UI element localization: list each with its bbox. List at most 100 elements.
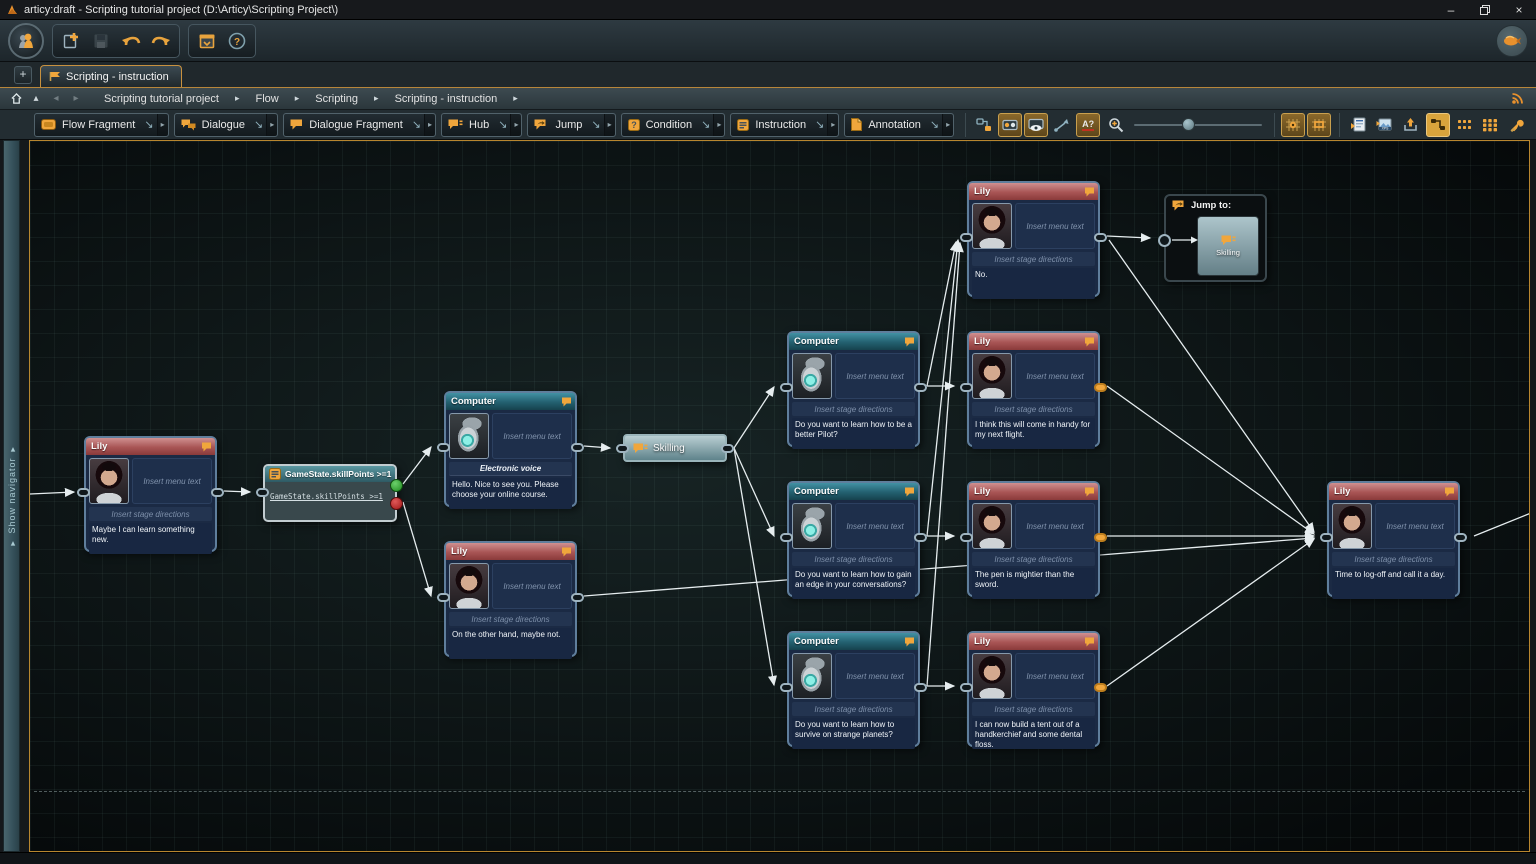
up-level-button[interactable]: ▴ [26, 90, 46, 108]
breadcrumb-item-scripting-tutorial-project[interactable]: Scripting tutorial project [100, 93, 223, 105]
show-pins-button[interactable] [998, 113, 1022, 137]
export-xps-button[interactable]: XPS [1372, 113, 1396, 137]
condition-script[interactable]: GameState.skillPoints >=1 [270, 492, 383, 501]
home-button[interactable] [6, 90, 26, 108]
input-pin[interactable] [960, 683, 973, 692]
dialogue-fragment-node-computer-hello[interactable]: ComputerInsert menu textElectronic voice… [444, 391, 577, 507]
snap-to-grid-button[interactable] [1307, 113, 1331, 137]
dropdown-caret-icon[interactable]: ▸ [266, 114, 277, 136]
tab-scripting-instruction[interactable]: Scripting - instruction [40, 65, 182, 87]
stage-directions-placeholder[interactable]: Insert stage directions [792, 702, 915, 716]
menu-text-placeholder[interactable]: Insert menu text [1015, 653, 1095, 699]
menu-text-placeholder[interactable]: Insert menu text [1015, 203, 1095, 249]
drag-handle-icon[interactable]: ↘ [698, 118, 713, 131]
dialogue-text[interactable]: Time to log-off and call it a day. [1332, 568, 1455, 599]
palette-button-condition[interactable]: ?Condition↘▸ [621, 113, 726, 137]
menu-text-placeholder[interactable]: Insert menu text [835, 353, 915, 399]
grid-medium-button[interactable] [1452, 113, 1476, 137]
save-button[interactable] [86, 27, 116, 55]
input-pin[interactable] [780, 533, 793, 542]
restore-button[interactable] [1468, 0, 1502, 19]
dropdown-caret-icon[interactable]: ▸ [604, 114, 615, 136]
stage-directions-placeholder[interactable]: Insert stage directions [972, 402, 1095, 416]
flow-canvas[interactable]: LilyInsert menu textInsert stage directi… [29, 140, 1530, 852]
condition-node[interactable]: GameState.skillPoints >=1GameState.skill… [263, 464, 397, 522]
output-pin[interactable] [721, 444, 734, 453]
true-output-pin[interactable] [390, 479, 403, 492]
drag-handle-icon[interactable]: ↘ [588, 118, 603, 131]
spellcheck-button[interactable]: A? [1076, 113, 1100, 137]
output-pin[interactable] [914, 683, 927, 692]
dialogue-text[interactable]: I think this will come in handy for my n… [972, 418, 1095, 449]
zoom-slider-thumb[interactable] [1182, 118, 1195, 131]
dropdown-caret-icon[interactable]: ▸ [424, 114, 435, 136]
undo-button[interactable] [116, 27, 146, 55]
forward-button[interactable]: ▸ [66, 90, 86, 108]
output-pin[interactable] [571, 593, 584, 602]
settings-wrench-button[interactable] [1504, 113, 1528, 137]
menu-text-placeholder[interactable]: Insert menu text [492, 563, 572, 609]
dialogue-text[interactable]: The pen is mightier than the sword. [972, 568, 1095, 599]
input-pin[interactable] [616, 444, 629, 453]
feed-icon[interactable] [1511, 92, 1524, 105]
dialogue-text[interactable]: On the other hand, maybe not. [449, 628, 572, 659]
input-pin[interactable] [1158, 234, 1171, 247]
stage-directions-placeholder[interactable]: Insert stage directions [89, 507, 212, 521]
show-onstage-button[interactable] [1024, 113, 1048, 137]
drag-handle-icon[interactable]: ↘ [409, 118, 424, 131]
dialogue-fragment-node-lily-flight[interactable]: LilyInsert menu textInsert stage directi… [967, 331, 1100, 447]
dialogue-fragment-node-lily-no[interactable]: LilyInsert menu textInsert stage directi… [967, 181, 1100, 297]
breadcrumb-item-scripting-instruction[interactable]: Scripting - instruction [391, 93, 502, 105]
export-word-button[interactable] [1346, 113, 1370, 137]
menu-text-placeholder[interactable]: Insert menu text [835, 653, 915, 699]
input-pin[interactable] [780, 683, 793, 692]
articy-menu-button[interactable] [8, 23, 44, 59]
drag-handle-icon[interactable]: ↘ [495, 118, 510, 131]
stage-directions-placeholder[interactable]: Insert stage directions [972, 552, 1095, 566]
output-pin[interactable] [571, 443, 584, 452]
dialogue-text[interactable]: Maybe I can learn something new. [89, 523, 212, 554]
dialogue-fragment-node-lily-tent[interactable]: LilyInsert menu textInsert stage directi… [967, 631, 1100, 747]
redo-button[interactable] [146, 27, 176, 55]
close-button[interactable]: × [1502, 0, 1536, 19]
stage-directions[interactable]: Electronic voice [449, 462, 572, 476]
dialogue-fragment-node-lily-learn[interactable]: LilyInsert menu textInsert stage directi… [84, 436, 217, 552]
input-pin[interactable] [960, 533, 973, 542]
dialogue-text[interactable]: I can now build a tent out of a handkerc… [972, 718, 1095, 749]
menu-text-placeholder[interactable]: Insert menu text [132, 458, 212, 504]
dropdown-caret-icon[interactable]: ▸ [713, 114, 724, 136]
input-pin[interactable] [1320, 533, 1333, 542]
show-navigator-bar[interactable]: ▾ Show navigator ▾ [3, 140, 20, 852]
menu-text-placeholder[interactable]: Insert menu text [492, 413, 572, 459]
output-pin[interactable] [914, 533, 927, 542]
dialogue-fragment-node-lily-maybe-not[interactable]: LilyInsert menu textInsert stage directi… [444, 541, 577, 657]
outline-view-button[interactable] [972, 113, 996, 137]
flow-view-button[interactable] [1426, 113, 1450, 137]
input-pin[interactable] [77, 488, 90, 497]
output-pin[interactable] [1094, 233, 1107, 242]
stage-directions-placeholder[interactable]: Insert stage directions [449, 612, 572, 626]
dialogue-text[interactable]: Hello. Nice to see you. Please choose yo… [449, 478, 572, 509]
stage-directions-placeholder[interactable]: Insert stage directions [972, 702, 1095, 716]
drag-handle-icon[interactable]: ↘ [927, 118, 942, 131]
palette-button-instruction[interactable]: Instruction↘▸ [730, 113, 839, 137]
help-button[interactable]: ? [222, 27, 252, 55]
palette-button-flow-fragment[interactable]: Flow Fragment↘▸ [34, 113, 169, 137]
output-pin[interactable] [1454, 533, 1467, 542]
dialogue-text[interactable]: No. [972, 268, 1095, 299]
palette-button-annotation[interactable]: Annotation↘▸ [844, 113, 954, 137]
stage-directions-placeholder[interactable]: Insert stage directions [1332, 552, 1455, 566]
input-pin[interactable] [960, 383, 973, 392]
jump-target-box[interactable]: Skilling [1197, 216, 1259, 276]
dropdown-caret-icon[interactable]: ▸ [827, 114, 838, 136]
output-pin[interactable] [1094, 383, 1107, 392]
stage-directions-placeholder[interactable]: Insert stage directions [792, 552, 915, 566]
straight-connections-button[interactable] [1050, 113, 1074, 137]
breadcrumb-item-scripting[interactable]: Scripting [311, 93, 362, 105]
jump-node[interactable]: Jump to:Skilling [1164, 194, 1267, 282]
breadcrumb-item-flow[interactable]: Flow [251, 93, 282, 105]
palette-button-hub[interactable]: Hub↘▸ [441, 113, 522, 137]
dropdown-caret-icon[interactable]: ▸ [510, 114, 521, 136]
menu-text-placeholder[interactable]: Insert menu text [1015, 353, 1095, 399]
drag-handle-icon[interactable]: ↘ [812, 118, 827, 131]
